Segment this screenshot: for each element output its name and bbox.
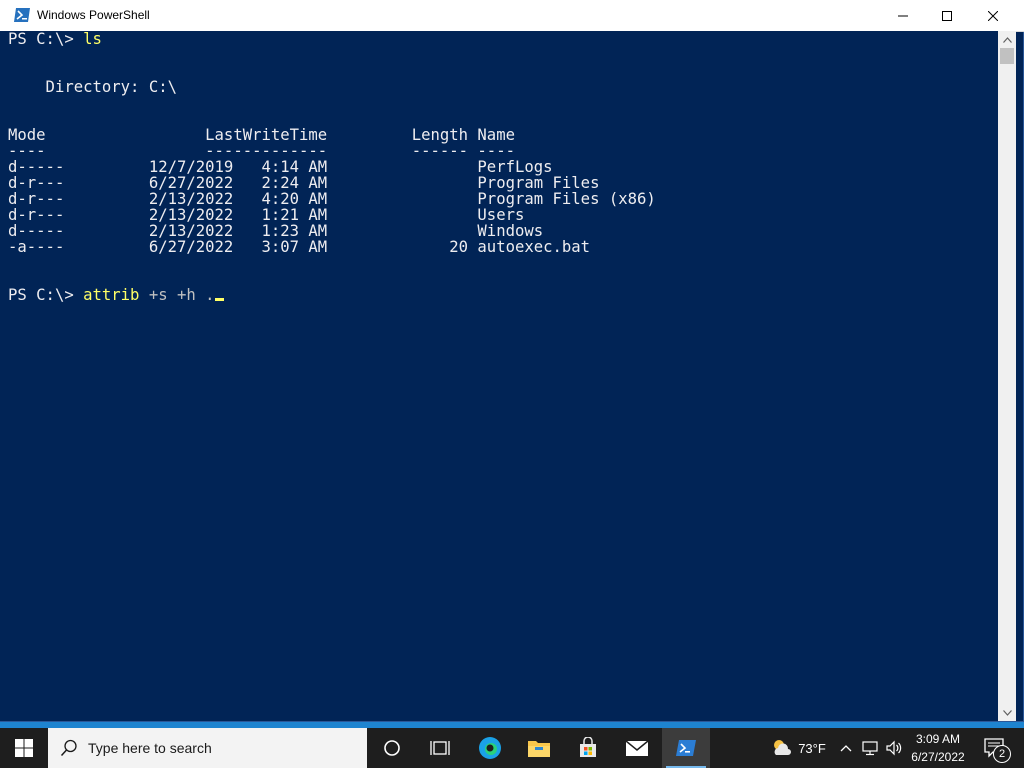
show-hidden-icons-button[interactable] bbox=[836, 728, 856, 768]
maximize-button[interactable] bbox=[924, 0, 970, 31]
scrollbar-thumb[interactable] bbox=[1000, 48, 1014, 64]
scroll-down-button[interactable] bbox=[998, 704, 1016, 721]
windows-logo-icon bbox=[15, 739, 33, 757]
notification-badge: 2 bbox=[993, 745, 1011, 763]
command-text: attrib bbox=[83, 286, 140, 304]
volume-button[interactable] bbox=[883, 728, 905, 768]
console-output[interactable]: PS C:\> ls Directory: C:\ Mode LastWriteT… bbox=[0, 31, 998, 721]
mail-button[interactable] bbox=[613, 728, 661, 768]
taskbar-search-box[interactable]: Type here to search bbox=[48, 728, 367, 768]
console-line: PS C:\> attrib +s +h . bbox=[8, 287, 656, 303]
mail-icon bbox=[625, 740, 649, 756]
table-row: -a---- 6/27/2022 3:07 AM 20 autoexec.bat bbox=[8, 238, 591, 256]
console-text: PS C:\> ls Directory: C:\ Mode LastWriteT… bbox=[8, 31, 656, 303]
powershell-icon bbox=[13, 7, 31, 23]
powershell-window: Windows PowerShell PS C:\> ls Directory:… bbox=[0, 0, 1024, 722]
taskbar: Type here to search 73°F 3:09 AM 6/27/20… bbox=[0, 728, 1024, 768]
weather-temperature: 73°F bbox=[798, 740, 826, 756]
store-icon bbox=[580, 737, 596, 757]
powershell-icon bbox=[676, 740, 696, 756]
partly-cloudy-icon bbox=[774, 740, 792, 755]
text-cursor bbox=[214, 298, 224, 301]
cortana-button[interactable] bbox=[368, 728, 416, 768]
close-button[interactable] bbox=[970, 0, 1016, 31]
minimize-button[interactable] bbox=[880, 0, 926, 31]
command-args: +s +h . bbox=[139, 286, 215, 304]
start-button[interactable] bbox=[0, 728, 48, 768]
table-row: d----- 12/7/2019 4:14 AM PerfLogs bbox=[8, 158, 553, 176]
table-row: d-r--- 6/27/2022 2:24 AM Program Files bbox=[8, 174, 600, 192]
folder-icon bbox=[528, 741, 550, 757]
clock-time: 3:09 AM bbox=[915, 732, 961, 746]
notifications-button[interactable]: 2 bbox=[976, 728, 1016, 768]
weather-widget[interactable]: 73°F bbox=[762, 728, 834, 768]
file-explorer-button[interactable] bbox=[515, 728, 563, 768]
table-row: d-r--- 2/13/2022 4:20 AM Program Files (… bbox=[8, 190, 656, 208]
edge-icon bbox=[479, 737, 501, 759]
scroll-up-button[interactable] bbox=[998, 31, 1016, 48]
window-title: Windows PowerShell bbox=[37, 8, 150, 22]
title-bar[interactable]: Windows PowerShell bbox=[0, 0, 1024, 32]
console-line: PS C:\> ls bbox=[8, 31, 656, 47]
task-view-icon bbox=[430, 741, 450, 755]
command-text: ls bbox=[83, 31, 102, 48]
search-placeholder: Type here to search bbox=[88, 740, 212, 756]
task-view-button[interactable] bbox=[416, 728, 464, 768]
directory-line: Directory: C:\ bbox=[8, 78, 177, 96]
powershell-taskbar-button[interactable] bbox=[662, 728, 710, 768]
search-icon bbox=[60, 739, 78, 757]
prompt: PS C:\> bbox=[8, 31, 84, 48]
table-header-underline: ---- ------------- ------ ---- bbox=[8, 142, 515, 160]
cortana-icon bbox=[384, 740, 400, 756]
prompt: PS C:\> bbox=[8, 286, 84, 304]
store-button[interactable] bbox=[564, 728, 612, 768]
network-icon bbox=[862, 741, 878, 756]
clock-date: 6/27/2022 bbox=[911, 750, 965, 764]
table-row: d----- 2/13/2022 1:23 AM Windows bbox=[8, 222, 544, 240]
vertical-scrollbar[interactable] bbox=[998, 31, 1016, 721]
chevron-up-icon bbox=[840, 745, 852, 752]
speaker-icon bbox=[886, 740, 902, 756]
table-header: Mode LastWriteTime Length Name bbox=[8, 126, 515, 144]
taskbar-clock[interactable]: 3:09 AM 6/27/2022 bbox=[906, 730, 970, 766]
table-row: d-r--- 2/13/2022 1:21 AM Users bbox=[8, 206, 525, 224]
edge-button[interactable] bbox=[466, 728, 514, 768]
network-button[interactable] bbox=[858, 728, 882, 768]
